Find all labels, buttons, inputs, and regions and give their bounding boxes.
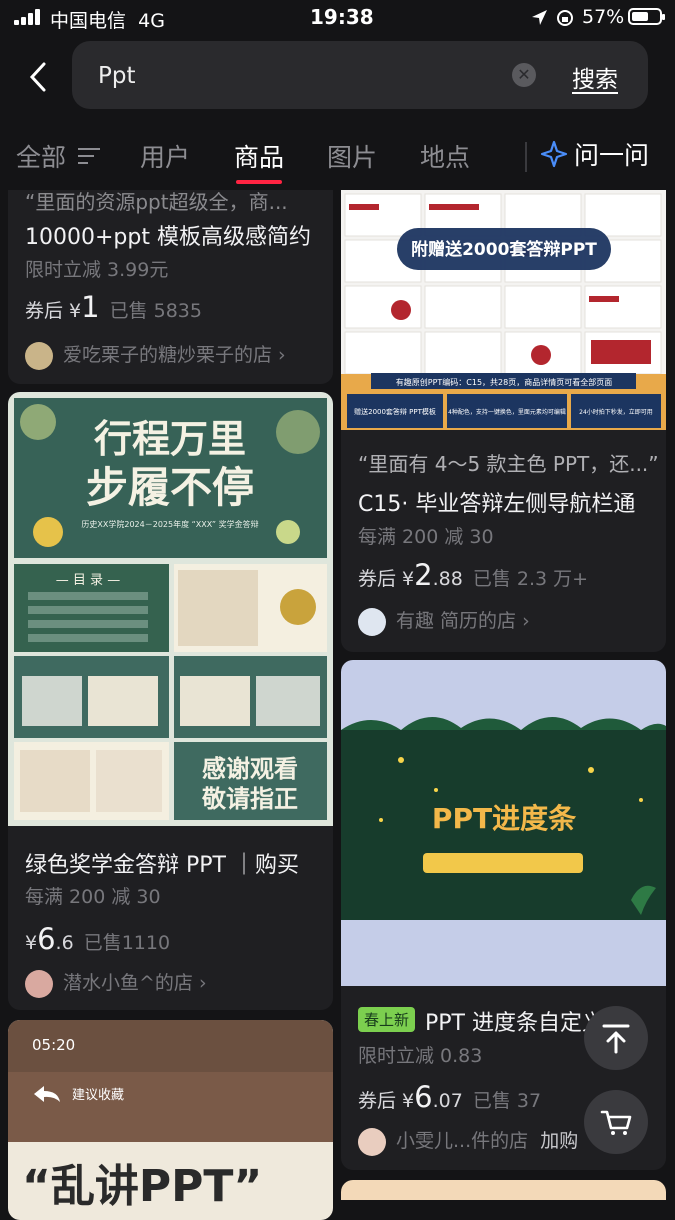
svg-text:行程万里: 行程万里: [94, 416, 246, 461]
price: 券后 ¥2.88 已售 2.3 万+: [358, 558, 589, 592]
search-bar: ✕ 搜索: [72, 41, 648, 109]
avatar: [358, 607, 386, 636]
rotation-lock-icon: [557, 10, 573, 26]
svg-text:历史XX学院2024－2025年度 “XXX” 奖学金答辩: 历史XX学院2024－2025年度 “XXX” 奖学金答辩: [81, 519, 258, 529]
location-arrow-icon: [532, 10, 547, 25]
promo-text: 限时立减 0.83: [358, 1045, 483, 1067]
image-title: “乱讲PPT”: [22, 1161, 263, 1212]
svg-text:赠送2000套答辩 PPT模板: 赠送2000套答辩 PPT模板: [354, 407, 436, 416]
shop-link[interactable]: 潜水小鱼^的店 ›: [25, 968, 207, 998]
tab-users[interactable]: 用户: [140, 138, 190, 174]
promo-text: 每满 200 减 30: [25, 886, 161, 908]
product-title: C15· 毕业答辩左侧导航栏通: [358, 492, 636, 517]
arrow-up-icon: [602, 1024, 630, 1054]
shop-link[interactable]: 有趣 简历的店 ›: [358, 606, 530, 636]
avatar: [25, 969, 53, 998]
product-image: 附赠送2000套答辩PPT 有趣原创PPT编码：C15，共28页，商品详情页可看…: [341, 190, 666, 430]
product-card[interactable]: “里面的资源ppt超级全，商... 10000+ppt 模板高级感简约 限时立减…: [8, 190, 333, 384]
svg-text:24小时拍下秒发，立即可用: 24小时拍下秒发，立即可用: [579, 408, 653, 416]
svg-text:敬请指正: 敬请指正: [201, 784, 298, 813]
new-tag: 春上新: [358, 1007, 416, 1032]
svg-text:— 目 录 —: — 目 录 —: [56, 573, 120, 588]
shop-link[interactable]: 小雯儿...件的店 加购: [358, 1126, 578, 1156]
svg-text:感谢观看: 感谢观看: [202, 754, 298, 783]
carrier: 中国电信 4G: [50, 10, 165, 32]
promo-text: 每满 200 减 30: [358, 526, 494, 548]
tab-all[interactable]: 全部: [16, 138, 66, 174]
tab-places[interactable]: 地点: [420, 138, 470, 174]
ask-button[interactable]: 问一问: [540, 136, 649, 172]
tab-images[interactable]: 图片: [327, 138, 377, 174]
product-card[interactable]: 附赠送2000套答辩PPT 有趣原创PPT编码：C15，共28页，商品详情页可看…: [341, 190, 666, 652]
clear-icon[interactable]: ✕: [512, 63, 536, 87]
battery-percent: 57%: [582, 6, 625, 28]
battery-icon: [628, 8, 665, 25]
image-label: 建议收藏: [72, 1088, 125, 1103]
category-tabs: 全部 用户 商品 图片 地点 问一问: [0, 130, 675, 186]
shop-link[interactable]: 爱吃栗子的糖炒栗子的店 ›: [25, 340, 286, 370]
tab-products[interactable]: 商品: [234, 138, 284, 184]
search-button[interactable]: 搜索: [572, 60, 618, 94]
back-icon[interactable]: [24, 60, 54, 92]
product-image: PPT进度条: [341, 660, 666, 986]
cart-button[interactable]: [584, 1090, 648, 1154]
signal-icon: [14, 9, 42, 25]
reply-icon: [34, 1086, 60, 1102]
cart-icon: [600, 1110, 632, 1135]
price: 券后 ¥6.07 已售 37: [358, 1080, 542, 1114]
product-title: 10000+ppt 模板高级感简约: [25, 225, 311, 250]
price: ¥6.6 已售1110: [25, 922, 171, 956]
status-time: 19:38: [310, 5, 374, 29]
avatar: [25, 341, 53, 370]
search-input[interactable]: [96, 57, 500, 95]
svg-text:PPT进度条: PPT进度条: [432, 802, 576, 835]
sparkle-icon: [540, 140, 568, 168]
status-bar: 中国电信 4G 19:38 57%: [0, 0, 675, 36]
tab-divider: [525, 142, 527, 172]
svg-text:步履不停: 步履不停: [86, 463, 254, 512]
back-to-top-button[interactable]: [584, 1006, 648, 1070]
svg-text:附赠送2000套答辩PPT: 附赠送2000套答辩PPT: [411, 239, 597, 260]
product-title: PPT 进度条自定义: [425, 1011, 604, 1036]
product-title: 绿色奖学金答辩 PPT ｜购买: [25, 853, 299, 878]
review-quote: “里面有 4～5 款主色 PPT，还...”: [358, 452, 659, 476]
product-card[interactable]: 行程万里 步履不停 历史XX学院2024－2025年度 “XXX” 奖学金答辩 …: [8, 392, 333, 1010]
product-image: 行程万里 步履不停 历史XX学院2024－2025年度 “XXX” 奖学金答辩 …: [8, 392, 333, 826]
svg-text:4种配色，支持一键换色，里面元素均可编辑: 4种配色，支持一键换色，里面元素均可编辑: [448, 408, 566, 416]
image-time: 05:20: [32, 1036, 76, 1054]
avatar: [358, 1127, 386, 1156]
product-card[interactable]: 05:20 建议收藏 “乱讲PPT”: [8, 1020, 333, 1220]
svg-text:有趣原创PPT编码：C15，共28页，商品详情页可看全部页面: 有趣原创PPT编码：C15，共28页，商品详情页可看全部页面: [396, 377, 612, 387]
promo-text: 限时立减 3.99元: [25, 259, 169, 281]
next-card-edge: [341, 1180, 666, 1200]
review-quote: “里面的资源ppt超级全，商...: [25, 190, 288, 214]
filter-icon[interactable]: [78, 148, 100, 164]
price: 券后 ¥1 已售 5835: [25, 290, 202, 324]
